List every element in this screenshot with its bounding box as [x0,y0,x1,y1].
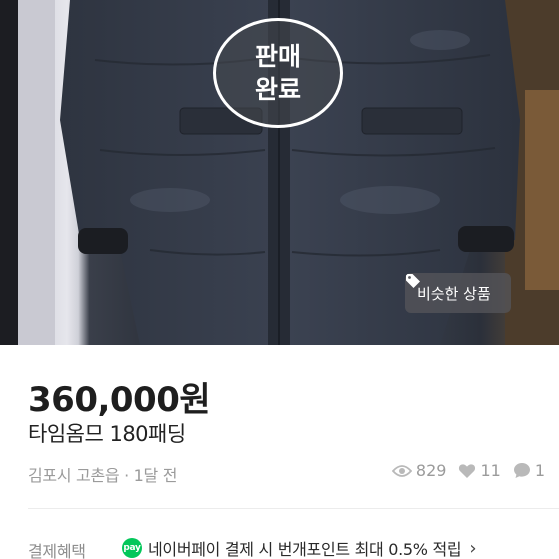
naver-pay-icon: pay [122,538,142,558]
section-divider [28,508,559,509]
view-count: 829 [391,461,447,480]
chat-count-value: 1 [534,461,545,480]
product-photo[interactable]: 판매 완료 비슷한 상품 [0,0,559,345]
chevron-right-icon: › [469,537,477,559]
sold-out-badge: 판매 완료 [213,18,343,128]
sold-badge-line2: 완료 [254,75,301,104]
view-count-value: 829 [415,461,447,480]
chat-count: 1 [513,461,545,480]
stats-row: 829 11 1 [391,461,545,480]
similar-products-button[interactable]: 비슷한 상품 [405,273,511,313]
payment-benefit-text: 네이버페이 결제 시 번개포인트 최대 0.5% 적립 [148,540,462,559]
price: 360,000원 [28,380,211,420]
like-count: 11 [458,461,501,480]
sold-badge-line1: 판매 [254,42,301,71]
naver-pay-icon-text: pay [123,543,141,553]
product-title: 타임옴므 180패딩 [28,422,186,446]
like-count-value: 11 [480,461,501,480]
payment-benefit-row[interactable]: pay 네이버페이 결제 시 번개포인트 최대 0.5% 적립 › [122,536,477,559]
payment-benefit-label: 결제혜택 [28,542,86,559]
eye-icon [391,464,412,478]
chat-bubble-icon [513,462,531,479]
product-detail-screen: 판매 완료 비슷한 상품 360,000원 타임옴므 180패딩 김포시 고촌읍… [0,0,559,559]
location-and-time: 김포시 고촌읍 · 1달 전 [28,466,178,485]
similar-products-label: 비슷한 상품 [417,284,491,303]
heart-icon [458,463,476,479]
